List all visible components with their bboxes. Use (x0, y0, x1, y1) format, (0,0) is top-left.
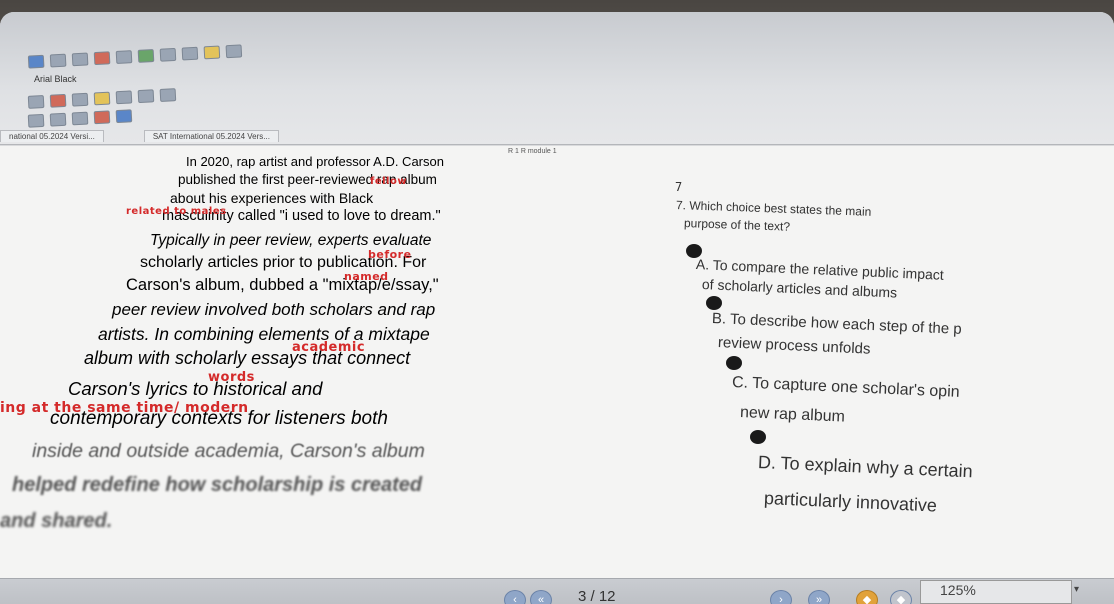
text-tool-icon[interactable] (137, 89, 155, 104)
passage-line-14: helped redefine how scholarship is creat… (12, 474, 423, 496)
print-icon[interactable] (137, 49, 155, 63)
redo-icon[interactable] (115, 50, 133, 64)
line-icon[interactable] (71, 111, 89, 126)
page-counter: 3 / 12 (578, 588, 616, 604)
paste-icon[interactable] (203, 45, 221, 60)
next-page-icon[interactable]: › (770, 590, 792, 604)
annotation-words: words (208, 370, 255, 385)
annotation-related-to-males: related to males (126, 206, 227, 217)
previous-page-icon[interactable]: ‹ (504, 590, 526, 604)
annotation-named: named (344, 270, 389, 283)
passage-line-13: inside and outside academia, Carson's al… (32, 440, 425, 462)
last-page-icon[interactable]: » (808, 590, 830, 604)
zoom-icon[interactable] (159, 88, 177, 102)
choice-c-radio[interactable] (726, 356, 742, 370)
new-file-icon[interactable] (27, 54, 45, 69)
passage-line-7: Carson's album, dubbed a "mixtap/e/ssay,… (126, 276, 439, 294)
document-tabs: national 05.2024 Versi... SAT Internatio… (0, 130, 279, 142)
font-name-field[interactable]: Arial Black (34, 74, 77, 84)
choice-d-radio[interactable] (750, 430, 766, 444)
select-icon[interactable] (115, 109, 133, 124)
undo-icon[interactable] (93, 51, 111, 66)
pen-icon[interactable] (27, 95, 45, 109)
passage-line-11: Carson's lyrics to historical and (68, 378, 323, 399)
passage-line-1: In 2020, rap artist and professor A.D. C… (186, 154, 444, 169)
forward-arrow-icon[interactable]: ◆ (890, 590, 912, 604)
copy-icon[interactable] (181, 46, 199, 61)
circle-icon[interactable] (49, 112, 67, 127)
document-tab-2[interactable]: SAT International 05.2024 Vers... (143, 130, 279, 142)
annotation-same-time-modern: ing at the same time/ modern (0, 400, 249, 416)
first-page-icon[interactable]: « (530, 590, 552, 604)
editor-toolbar: Arial Black national 05.2024 Versi... SA… (0, 12, 1114, 145)
highlighter-icon[interactable] (93, 91, 111, 106)
zoom-dropdown-icon[interactable]: ▾ (1074, 584, 1079, 595)
screen: Arial Black national 05.2024 Versi... SA… (0, 12, 1114, 604)
passage-line-15: and shared. (0, 510, 113, 532)
cut-icon[interactable] (159, 47, 177, 62)
choice-b-radio[interactable] (706, 296, 722, 310)
annotation-academic: academic (292, 340, 366, 355)
open-file-icon[interactable] (49, 53, 67, 68)
zoom-level: 125% (940, 582, 976, 598)
annotation-fellow: fellow (370, 176, 408, 187)
save-icon[interactable] (71, 52, 89, 67)
rectangle-icon[interactable] (27, 113, 45, 128)
passage-line-8: peer review involved both scholars and r… (112, 300, 436, 319)
toolbar-row-1 (27, 44, 243, 69)
question-number: 7 (675, 180, 683, 194)
red-pen-icon[interactable] (49, 93, 67, 108)
document-tab-1[interactable]: national 05.2024 Versi... (0, 130, 104, 142)
passage-line-3: about his experiences with Black (170, 190, 374, 206)
shape-icon[interactable] (115, 90, 133, 105)
passage-line-9: artists. In combining elements of a mixt… (98, 324, 430, 344)
eraser-icon[interactable] (71, 92, 89, 107)
module-label: R 1 R module 1 (508, 148, 557, 155)
find-icon[interactable] (225, 44, 243, 59)
back-arrow-icon[interactable]: ◆ (856, 590, 878, 604)
annotation-before: before (368, 248, 412, 261)
toolbar-row-2 (27, 88, 177, 109)
toolbar-row-3 (27, 109, 133, 128)
color-picker-icon[interactable] (93, 110, 111, 125)
